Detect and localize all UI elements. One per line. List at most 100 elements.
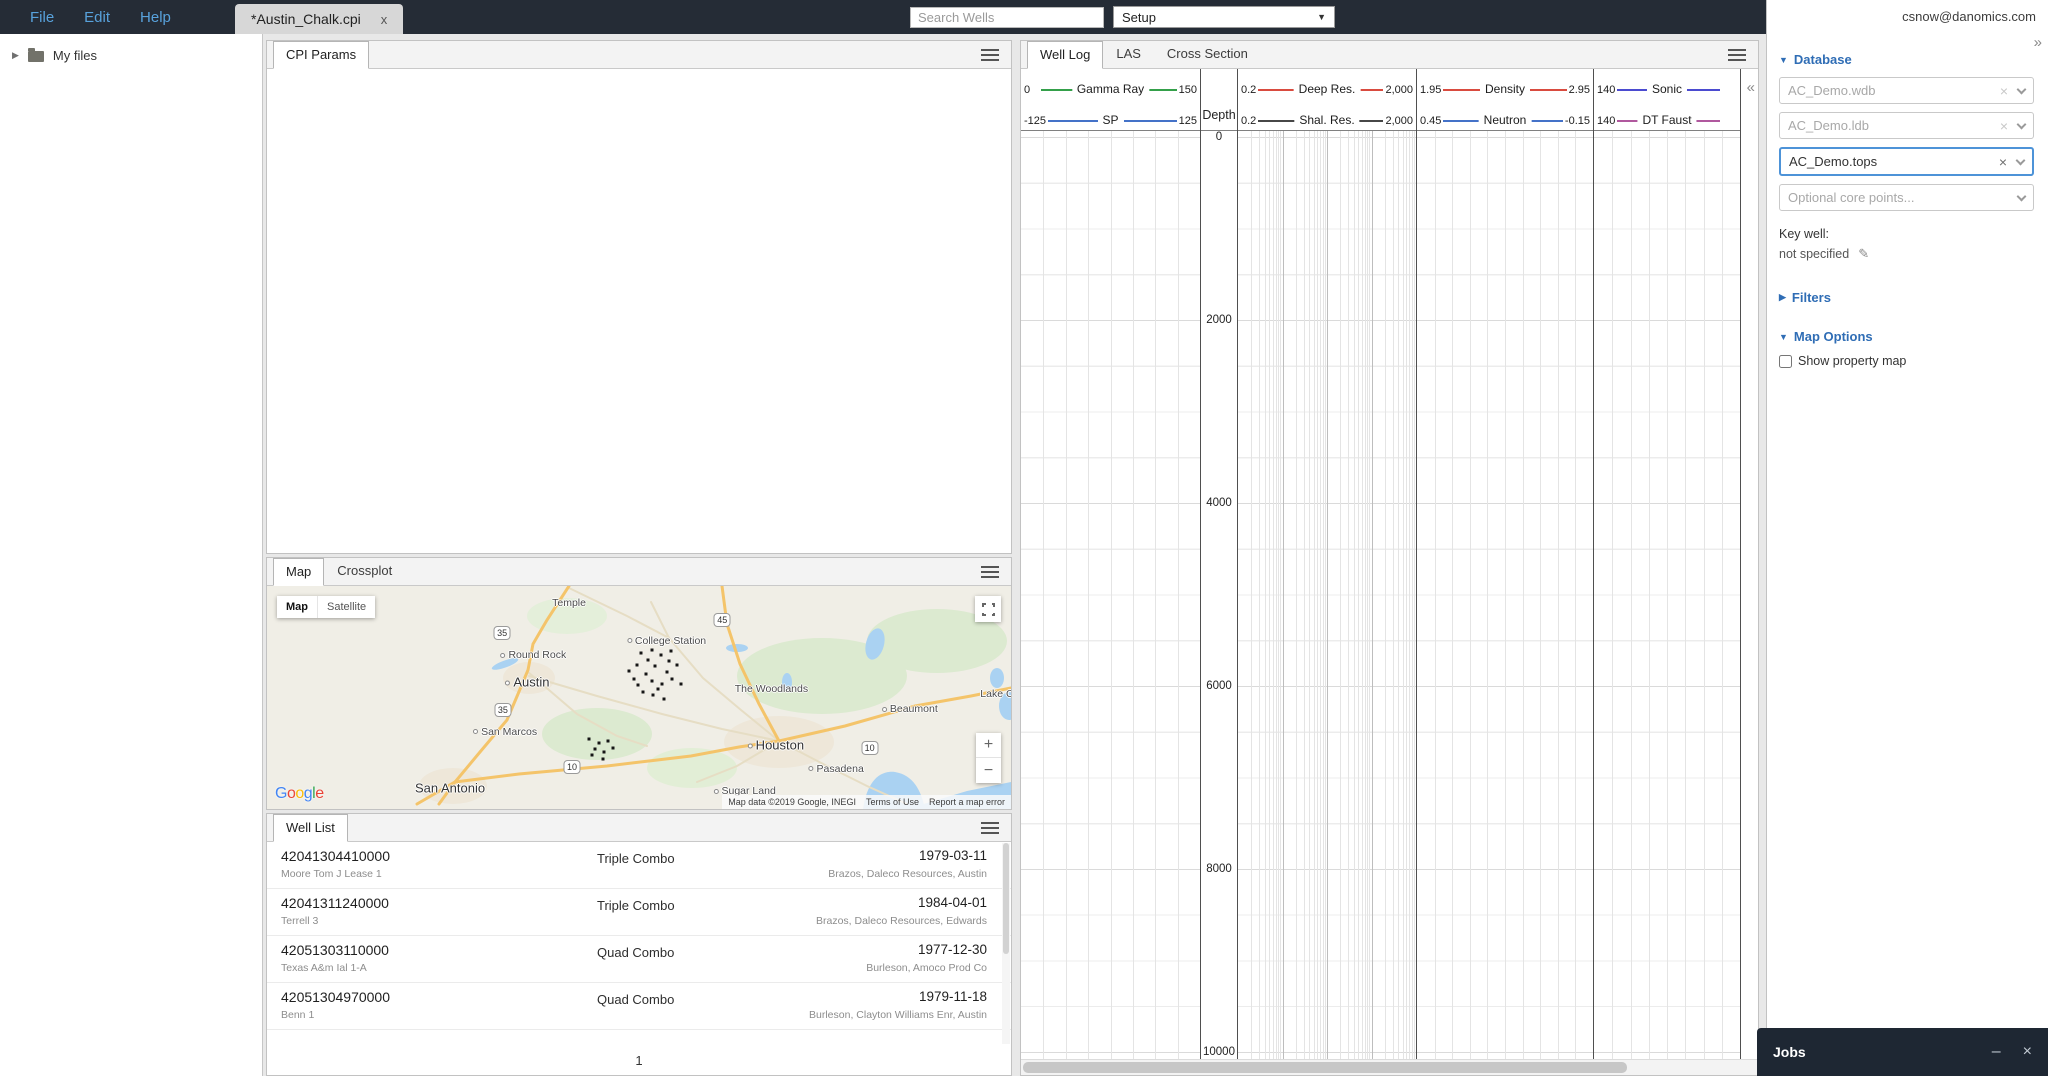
- menu-edit[interactable]: Edit: [84, 9, 110, 26]
- section-filters[interactable]: ▶ Filters: [1779, 290, 2034, 305]
- well-list-scrollbar[interactable]: [1002, 843, 1010, 1044]
- well-log-type: Triple Combo: [597, 851, 675, 866]
- well-row[interactable]: 42051304970000 Benn 1 Quad Combo 1979-11-18…: [267, 983, 1011, 1030]
- tab-crossplot[interactable]: Crossplot: [324, 557, 405, 585]
- grid-line: [1371, 131, 1373, 1059]
- curve-scale-max: 150: [1176, 84, 1199, 96]
- section-database[interactable]: ▼ Database: [1779, 52, 2034, 67]
- sidebar-content: ▼ Database AC_Demo.wdb × AC_Demo.ldb × AC_De…: [1767, 0, 2048, 368]
- close-tab-icon[interactable]: x: [381, 12, 388, 27]
- menu-file[interactable]: File: [30, 9, 54, 26]
- database-select[interactable]: AC_Demo.ldb ×: [1779, 112, 2034, 139]
- section-closed-icon: ▶: [1779, 292, 1786, 302]
- well-name: Terrell 3: [281, 915, 319, 927]
- menu-icon[interactable]: [1728, 49, 1746, 63]
- database-select[interactable]: AC_Demo.wdb ×: [1779, 77, 2034, 104]
- setup-dropdown[interactable]: Setup ▼: [1113, 6, 1335, 28]
- scrollbar-thumb[interactable]: [1003, 843, 1009, 954]
- map-type-satellite-button[interactable]: Satellite: [318, 596, 376, 618]
- well-name: Moore Tom J Lease 1: [281, 868, 382, 880]
- database-select[interactable]: AC_Demo.tops ×: [1779, 147, 2034, 176]
- search-wells-input[interactable]: [910, 7, 1104, 28]
- zoom-out-button[interactable]: −: [976, 758, 1001, 783]
- minimize-icon[interactable]: –: [1992, 1043, 2001, 1061]
- zoom-in-button[interactable]: +: [976, 733, 1001, 758]
- map-type-map-button[interactable]: Map: [277, 596, 318, 618]
- map-canvas[interactable]: Map Satellite + − Google Map data ©2019 …: [267, 586, 1011, 809]
- map-city-label: Round Rock: [500, 649, 566, 661]
- menu-icon[interactable]: [981, 566, 999, 580]
- zoom-control: + −: [976, 733, 1001, 783]
- map-city-label: Houston: [747, 737, 804, 752]
- curve-scale-min: -125: [1022, 115, 1049, 127]
- well-operator: Burleson, Clayton Williams Enr, Austin: [809, 1009, 987, 1021]
- grid-line: [1434, 131, 1436, 1059]
- tab-well-list[interactable]: Well List: [273, 814, 348, 842]
- well-row[interactable]: 42041304410000 Moore Tom J Lease 1 Triple …: [267, 842, 1011, 889]
- document-tab[interactable]: *Austin_Chalk.cpi x: [235, 4, 404, 34]
- chevron-down-icon[interactable]: [2015, 155, 2026, 165]
- curve-scale-min: 0.2: [1239, 84, 1259, 96]
- user-email: csnow@danomics.com: [1902, 9, 2036, 24]
- menu-icon[interactable]: [981, 49, 999, 63]
- well-location-dot: [660, 682, 664, 686]
- curve-name-label: Density: [1479, 82, 1531, 96]
- grid-line: [1313, 131, 1315, 1059]
- chevron-down-icon[interactable]: [2016, 84, 2027, 94]
- grid-line: [1065, 131, 1067, 1059]
- menu-icon[interactable]: [981, 822, 999, 836]
- well-location-dot: [659, 653, 663, 657]
- grid-line: [1540, 131, 1542, 1059]
- tab-cpi-params[interactable]: CPI Params: [273, 41, 370, 69]
- depth-header-label: Depth: [1202, 108, 1236, 122]
- grid-line: [1303, 131, 1305, 1059]
- grid-line: [1327, 131, 1328, 1059]
- expand-chevron-icon[interactable]: ▶: [12, 50, 19, 61]
- highway-shield: 10: [861, 741, 879, 756]
- key-well-block: Key well: not specified ✎: [1779, 227, 2034, 262]
- horizontal-scrollbar[interactable]: [1021, 1059, 1758, 1075]
- highway-shield: 35: [493, 625, 511, 640]
- clear-icon[interactable]: ×: [2000, 118, 2008, 134]
- well-log-type: Quad Combo: [597, 945, 675, 960]
- fullscreen-button[interactable]: [975, 596, 1001, 622]
- tab-well-log[interactable]: Well Log: [1027, 41, 1104, 69]
- sidebar-item-my-files[interactable]: ▶ My files: [0, 34, 262, 63]
- close-icon[interactable]: ×: [2023, 1043, 2032, 1061]
- curve-scale-max: 125: [1176, 115, 1199, 127]
- collapse-sidebar-icon[interactable]: »: [2034, 34, 2042, 51]
- terms-of-use-link[interactable]: Terms of Use: [866, 797, 919, 807]
- tab-cross-section[interactable]: Cross Section: [1154, 40, 1261, 68]
- grid-line: [1324, 131, 1326, 1059]
- clear-icon[interactable]: ×: [1999, 154, 2007, 170]
- well-row[interactable]: 42051303110000 Texas A&m Ial 1-A Quad Comb…: [267, 936, 1011, 983]
- show-property-map-label: Show property map: [1798, 354, 1907, 368]
- chevron-down-icon[interactable]: [2016, 191, 2027, 201]
- database-selects: AC_Demo.wdb × AC_Demo.ldb × AC_Demo.tops × Opt…: [1779, 77, 2034, 211]
- edit-pencil-icon[interactable]: ✎: [1858, 246, 1869, 262]
- scrollbar-thumb[interactable]: [1023, 1062, 1628, 1073]
- section-map-options[interactable]: ▼ Map Options: [1779, 329, 2034, 344]
- chevron-down-icon[interactable]: [2016, 119, 2027, 129]
- jobs-bar[interactable]: Jobs – ×: [1757, 1028, 2048, 1076]
- well-operator: Brazos, Daleco Resources, Austin: [828, 868, 987, 880]
- menu-help[interactable]: Help: [140, 9, 171, 26]
- well-row[interactable]: 42041311240000 Terrell 3 Triple Combo 1984-…: [267, 889, 1011, 936]
- well-location-dot: [632, 677, 636, 681]
- grid-line: [1685, 131, 1687, 1059]
- grid-line: [1409, 131, 1411, 1059]
- show-property-map-checkbox[interactable]: [1779, 354, 1792, 368]
- map-terrain-svg: [415, 586, 1011, 809]
- database-select[interactable]: Optional core points...: [1779, 184, 2034, 211]
- curve-scale-min: 0.45: [1418, 115, 1444, 127]
- tab-las[interactable]: LAS: [1103, 40, 1154, 68]
- well-date: 1979-03-11: [918, 848, 987, 863]
- my-files-label: My files: [52, 48, 97, 63]
- tab-map[interactable]: Map: [273, 558, 325, 586]
- grid-line: [1721, 131, 1723, 1059]
- clear-icon[interactable]: ×: [2000, 83, 2008, 99]
- report-map-error-link[interactable]: Report a map error: [929, 797, 1005, 807]
- collapse-panel-icon[interactable]: «: [1747, 79, 1755, 96]
- pagination-page-number[interactable]: 1: [267, 1045, 1011, 1075]
- curve-scale-min: 140: [1595, 84, 1618, 96]
